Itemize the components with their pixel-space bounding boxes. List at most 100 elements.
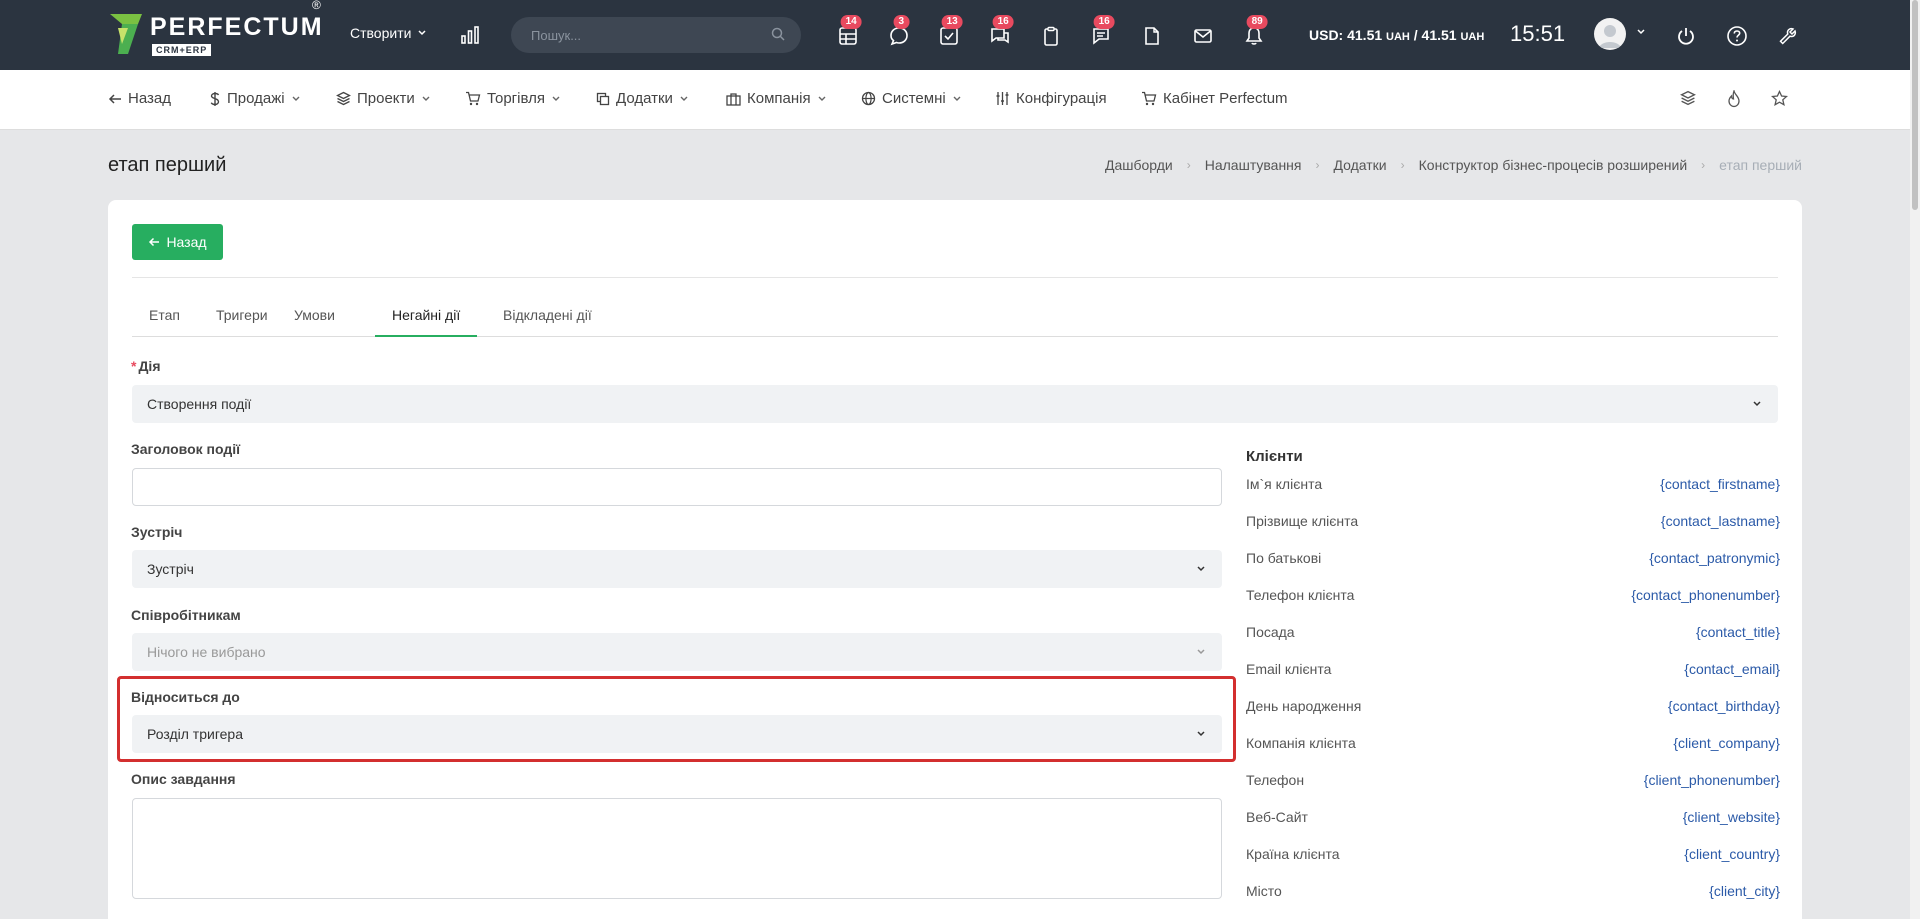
menu-label: Продажі [227, 90, 285, 107]
placeholder-code-link[interactable]: {client_country} [1684, 846, 1780, 862]
tab-triggers[interactable]: Тригери [199, 304, 285, 337]
avatar[interactable] [1594, 18, 1626, 50]
chevron-down-icon [1753, 401, 1761, 407]
menu-system[interactable]: Системні [861, 90, 962, 107]
menu-label: Компанія [747, 90, 811, 107]
messages-icon-button[interactable]: 16 [988, 15, 1014, 48]
staff-select-placeholder: Нічого не вибрано [147, 644, 266, 660]
bar-chart-icon[interactable] [460, 25, 480, 48]
placeholder-code-link[interactable]: {client_company} [1673, 735, 1780, 751]
relates-to-select[interactable]: Розділ тригера [132, 715, 1222, 753]
placeholder-row: Телефон клієнта {contact_phonenumber} [1246, 587, 1780, 607]
tasks-icon-button[interactable]: 13 [937, 15, 963, 48]
logo-word: PERFECTUM [150, 13, 324, 41]
settings-icon-button[interactable] [1776, 24, 1800, 48]
task-description-label: Опис завдання [131, 771, 236, 787]
cart-icon [466, 91, 481, 106]
task-description-textarea[interactable] [132, 798, 1222, 899]
notifications-icon-button[interactable]: 89 [1242, 15, 1268, 48]
sliders-icon [996, 92, 1009, 105]
layers-icon[interactable] [1680, 90, 1696, 109]
breadcrumb-separator-icon: › [1186, 158, 1191, 172]
menu-company[interactable]: Компанія [726, 90, 827, 107]
wrench-icon [1779, 27, 1797, 45]
clock: 15:51 [1510, 21, 1566, 46]
action-label: * Дія [131, 358, 161, 374]
back-button[interactable]: Назад [132, 224, 223, 260]
breadcrumb: Дашборди › Налаштування › Додатки › Конс… [1105, 157, 1802, 173]
placeholder-code-link[interactable]: {client_website} [1683, 809, 1780, 825]
staff-select[interactable]: Нічого не вибрано [132, 633, 1222, 671]
mail-icon [1194, 29, 1212, 43]
action-select-value: Створення події [147, 396, 252, 412]
scrollbar-thumb[interactable] [1912, 0, 1918, 210]
chevron-down-icon [953, 96, 961, 101]
menu-trade[interactable]: Торгівля [465, 90, 561, 107]
placeholder-code-link[interactable]: {contact_birthday} [1668, 698, 1780, 714]
chevron-down-icon[interactable] [1636, 27, 1646, 37]
placeholder-label: Веб-Сайт [1246, 809, 1308, 825]
clipboard-icon-button[interactable] [1039, 24, 1063, 48]
bell-icon [1245, 27, 1263, 45]
file-icon-button[interactable] [1140, 24, 1164, 48]
chevron-down-icon [680, 96, 688, 101]
search-icon[interactable] [771, 27, 785, 41]
tab-delayed-actions[interactable]: Відкладені дії [486, 304, 609, 337]
table-icon-button[interactable]: 14 [836, 15, 862, 48]
globe-icon [861, 91, 876, 106]
notes-icon-button[interactable]: 16 [1089, 15, 1115, 48]
meeting-select[interactable]: Зустріч [132, 550, 1222, 588]
placeholder-code-link[interactable]: {contact_patronymic} [1649, 550, 1780, 566]
breadcrumb-item[interactable]: Конструктор бізнес-процесів розширений [1419, 157, 1688, 173]
page-scrollbar[interactable] [1910, 0, 1920, 919]
menu-back[interactable]: Назад [108, 90, 171, 107]
menu-projects[interactable]: Проекти [336, 90, 431, 107]
relates-to-select-value: Розділ тригера [147, 726, 243, 742]
staff-label: Співробітникам [131, 607, 241, 623]
fire-icon[interactable] [1726, 88, 1742, 111]
help-icon [1727, 26, 1747, 46]
breadcrumb-item[interactable]: Додатки [1334, 157, 1387, 173]
placeholder-code-link[interactable]: {client_phonenumber} [1644, 772, 1780, 788]
menu-label: Проекти [357, 90, 415, 107]
breadcrumb-item[interactable]: Дашборди [1105, 157, 1173, 173]
help-icon-button[interactable] [1725, 24, 1749, 48]
menu-configuration[interactable]: Конфігурація [995, 90, 1107, 107]
placeholder-label: Email клієнта [1246, 661, 1332, 677]
menu-perfectum-cabinet[interactable]: Кабінет Perfectum [1141, 90, 1288, 107]
chat-icon-button[interactable]: 3 [887, 15, 911, 48]
chevron-down-icon [418, 30, 426, 36]
breadcrumb-separator-icon: › [1701, 158, 1706, 172]
menu-addons[interactable]: Додатки [596, 90, 689, 107]
tab-immediate-actions[interactable]: Негайні дії [375, 304, 478, 337]
currency-unit: UAH [1460, 31, 1485, 43]
placeholder-code-link[interactable]: {client_city} [1709, 883, 1780, 899]
tab-stage[interactable]: Етап [132, 304, 197, 337]
menu-label: Системні [882, 90, 946, 107]
placeholder-label: Посада [1246, 624, 1295, 640]
action-select[interactable]: Створення події [132, 385, 1778, 423]
menu-label: Додатки [616, 90, 673, 107]
mail-icon-button[interactable] [1191, 24, 1215, 48]
menu-sales[interactable]: Продажі [209, 90, 301, 107]
create-dropdown[interactable]: Створити [350, 25, 427, 41]
dollar-icon [210, 91, 220, 106]
menu-label: Торгівля [487, 90, 545, 107]
table-icon [839, 27, 857, 45]
placeholder-label: Ім`я клієнта [1246, 476, 1323, 492]
power-icon-button[interactable] [1674, 24, 1698, 48]
placeholder-code-link[interactable]: {contact_firstname} [1660, 476, 1780, 492]
breadcrumb-item[interactable]: Налаштування [1205, 157, 1302, 173]
placeholder-code-link[interactable]: {contact_lastname} [1661, 513, 1780, 529]
placeholder-code-link[interactable]: {contact_email} [1684, 661, 1780, 677]
currency-unit: UAH [1386, 31, 1410, 43]
chat-bubble-icon [890, 27, 908, 46]
placeholder-code-link[interactable]: {contact_title} [1696, 624, 1780, 640]
logo[interactable]: PERFECTUM CRM+ERP [108, 14, 324, 58]
tab-conditions[interactable]: Умови [277, 304, 352, 337]
search-input[interactable] [511, 17, 801, 53]
event-title-label: Заголовок події [131, 441, 241, 457]
star-icon[interactable] [1770, 89, 1789, 110]
event-title-input[interactable] [132, 468, 1222, 506]
placeholder-code-link[interactable]: {contact_phonenumber} [1631, 587, 1780, 603]
